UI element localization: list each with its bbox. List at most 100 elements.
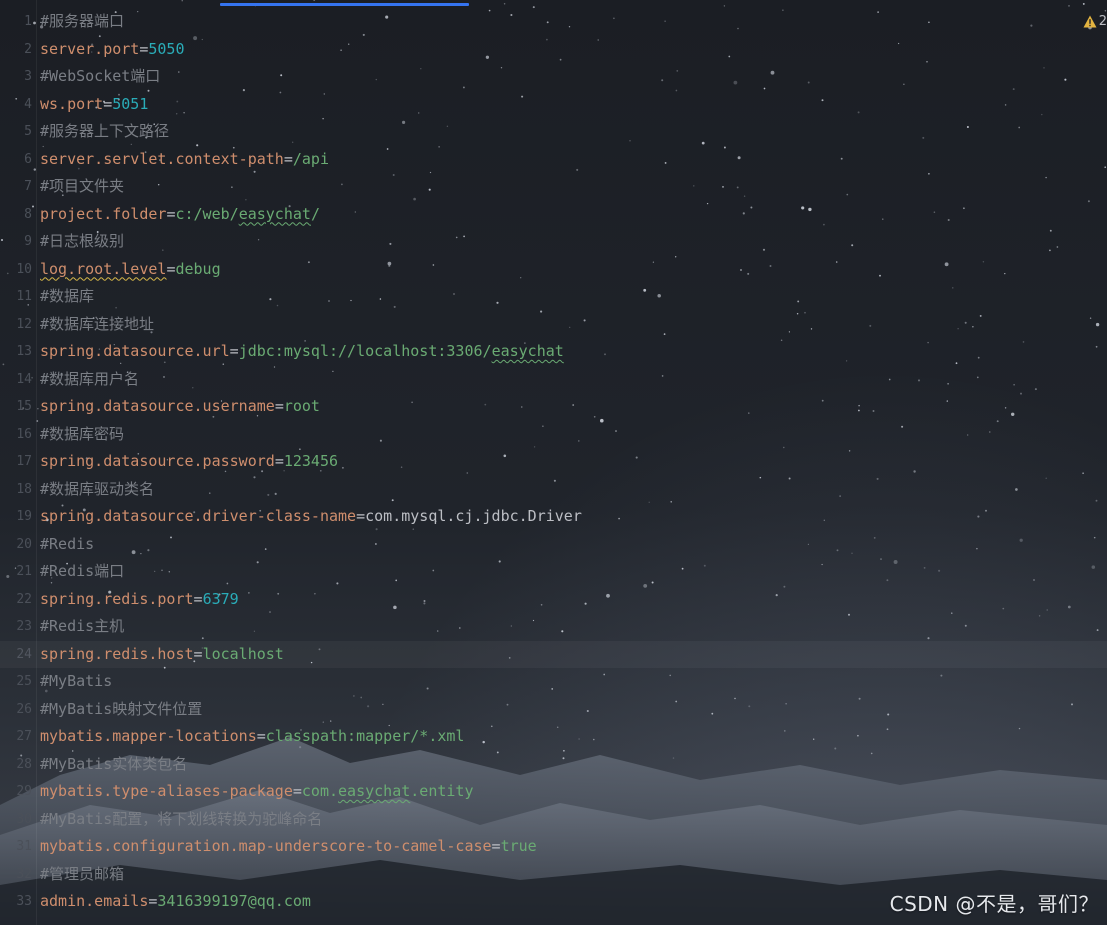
code-line[interactable]: #项目文件夹 xyxy=(0,173,1107,201)
comment-token: #MyBatis配置，将下划线转换为驼峰命名 xyxy=(40,809,323,828)
property-value-token: /api xyxy=(292,149,329,168)
equals-token: = xyxy=(274,397,284,415)
property-key-token: spring.redis.port xyxy=(40,589,194,608)
property-value-token: jdbc:mysql://localhost:3306/ xyxy=(238,342,492,360)
warning-count: 2 xyxy=(1098,14,1107,29)
equals-token: = xyxy=(274,452,284,470)
code-line[interactable]: log.root.level=debug xyxy=(0,256,1107,284)
equals-token: = xyxy=(356,507,366,525)
property-value-token: 6379 xyxy=(202,589,239,608)
comment-token: #数据库密码 xyxy=(40,424,125,443)
property-value-token: .entity xyxy=(410,782,474,800)
property-key-token: spring.datasource.driver-class-name xyxy=(40,507,357,525)
code-line[interactable]: #Redis端口 xyxy=(0,558,1107,586)
comment-token: #Redis端口 xyxy=(40,562,125,580)
property-key-token: server.servlet.context-path xyxy=(40,149,284,168)
code-line[interactable]: #数据库驱动类名 xyxy=(0,476,1107,504)
property-key-token: log.root.level xyxy=(40,259,167,278)
code-line[interactable]: #MyBatis配置，将下划线转换为驼峰命名 xyxy=(0,806,1107,834)
code-line[interactable]: #数据库 xyxy=(0,283,1107,311)
property-key-token: spring.datasource.url xyxy=(40,342,230,360)
code-line[interactable]: #MyBatis映射文件位置 xyxy=(0,696,1107,724)
comment-token: #MyBatis xyxy=(40,672,113,690)
property-key-token: spring.datasource.password xyxy=(40,452,275,470)
comment-token: #项目文件夹 xyxy=(40,177,125,195)
property-key-token: server.port xyxy=(40,39,140,58)
code-line[interactable]: spring.datasource.username=root xyxy=(0,393,1107,421)
code-line[interactable]: #Redis xyxy=(0,531,1107,559)
property-value-token: easychat xyxy=(238,204,311,223)
property-key-token: admin.emails xyxy=(40,892,149,910)
property-key-token: spring.datasource.username xyxy=(40,397,275,415)
property-value-token: true xyxy=(500,837,537,855)
property-key-token: spring.redis.host xyxy=(40,644,194,663)
code-line[interactable]: spring.datasource.driver-class-name=com.… xyxy=(0,503,1107,531)
comment-token: #管理员邮箱 xyxy=(40,864,125,883)
equals-token: = xyxy=(193,589,203,608)
equals-token: = xyxy=(491,837,501,855)
code-line[interactable]: #WebSocket端口 xyxy=(0,63,1107,91)
property-value-token: debug xyxy=(175,259,221,278)
warning-icon xyxy=(1083,15,1097,28)
code-line[interactable]: #日志根级别 xyxy=(0,228,1107,256)
property-key-token: ws.port xyxy=(40,94,104,113)
property-key-token: mybatis.mapper-locations xyxy=(40,727,257,745)
property-value-token: 5050 xyxy=(148,39,185,58)
comment-token: #数据库用户名 xyxy=(40,369,140,388)
code-line[interactable]: #数据库连接地址 xyxy=(0,311,1107,339)
property-value-token: localhost xyxy=(202,644,284,663)
code-line[interactable]: #服务器端口 xyxy=(0,8,1107,36)
property-value-token: c:/web/ xyxy=(175,204,239,223)
active-tab-indicator[interactable] xyxy=(220,3,469,6)
code-line[interactable]: #管理员邮箱 xyxy=(0,861,1107,889)
code-line[interactable]: #数据库用户名 xyxy=(0,366,1107,394)
property-key-token: mybatis.type-aliases-package xyxy=(40,782,293,800)
comment-token: #WebSocket端口 xyxy=(40,67,161,85)
property-value-token: 3416399197@qq.com xyxy=(157,892,311,910)
code-line[interactable]: mybatis.type-aliases-package=com.easycha… xyxy=(0,778,1107,806)
comment-token: #数据库 xyxy=(40,287,95,305)
comment-token: #Redis主机 xyxy=(40,617,125,635)
code-lines[interactable]: #服务器端口 server.port=5050 #WebSocket端口 ws.por… xyxy=(0,8,1107,916)
property-value-token: com. xyxy=(301,782,339,800)
comment-token: #服务器上下文路径 xyxy=(40,122,170,140)
property-value-token: 5051 xyxy=(112,94,149,113)
equals-token: = xyxy=(229,342,239,360)
code-line[interactable]: mybatis.mapper-locations=classpath:mappe… xyxy=(0,723,1107,751)
property-value-token: root xyxy=(283,397,320,415)
tab-bar-edge xyxy=(0,0,1107,6)
code-line[interactable]: spring.datasource.url=jdbc:mysql://local… xyxy=(0,338,1107,366)
comment-token: #数据库连接地址 xyxy=(40,314,155,333)
property-key-token: project.folder xyxy=(40,204,167,223)
inspection-warning-indicator[interactable]: 2 xyxy=(1083,14,1107,29)
property-value-token: / xyxy=(310,204,320,223)
code-line[interactable]: #Redis主机 xyxy=(0,613,1107,641)
code-line[interactable]: #MyBatis xyxy=(0,668,1107,696)
code-line[interactable]: spring.redis.port=6379 xyxy=(0,586,1107,614)
code-line[interactable]: spring.redis.host=localhost xyxy=(0,640,1107,668)
code-line[interactable]: server.port=5050 xyxy=(0,36,1107,64)
equals-token: = xyxy=(256,727,266,745)
equals-token: = xyxy=(292,782,302,800)
csdn-watermark: CSDN @不是，哥们？ xyxy=(889,892,1099,916)
comment-token: #服务器端口 xyxy=(40,12,125,30)
code-line[interactable]: #MyBatis实体类包名 xyxy=(0,751,1107,779)
comment-token: #MyBatis实体类包名 xyxy=(40,754,188,773)
code-line[interactable]: mybatis.configuration.map-underscore-to-… xyxy=(0,833,1107,861)
comment-token: #数据库驱动类名 xyxy=(40,479,155,498)
comment-token: #Redis xyxy=(40,534,95,553)
code-line[interactable]: ws.port=5051 xyxy=(0,91,1107,119)
property-value-token: easychat xyxy=(338,782,411,800)
comment-token: #日志根级别 xyxy=(40,232,125,250)
code-line[interactable]: #数据库密码 xyxy=(0,421,1107,449)
code-line[interactable]: spring.datasource.password=123456 xyxy=(0,448,1107,476)
code-editor[interactable]: 1 2 3 4 5 6 7 8 9 10 11 12 13 14 15 16 17 18 19 20 21 22 23 24 2… xyxy=(0,0,1107,925)
property-key-token: mybatis.configuration.map-underscore-to-… xyxy=(40,837,492,855)
code-line[interactable]: #服务器上下文路径 xyxy=(0,118,1107,146)
code-line[interactable]: server.servlet.context-path=/api xyxy=(0,146,1107,174)
property-value-token: 123456 xyxy=(283,452,339,470)
property-value-token: com.mysql.cj.jdbc.Driver xyxy=(365,507,582,525)
property-value-token: classpath:mapper/*.xml xyxy=(265,727,465,745)
code-line[interactable]: project.folder=c:/web/easychat/ xyxy=(0,201,1107,229)
comment-token: #MyBatis映射文件位置 xyxy=(40,699,203,718)
